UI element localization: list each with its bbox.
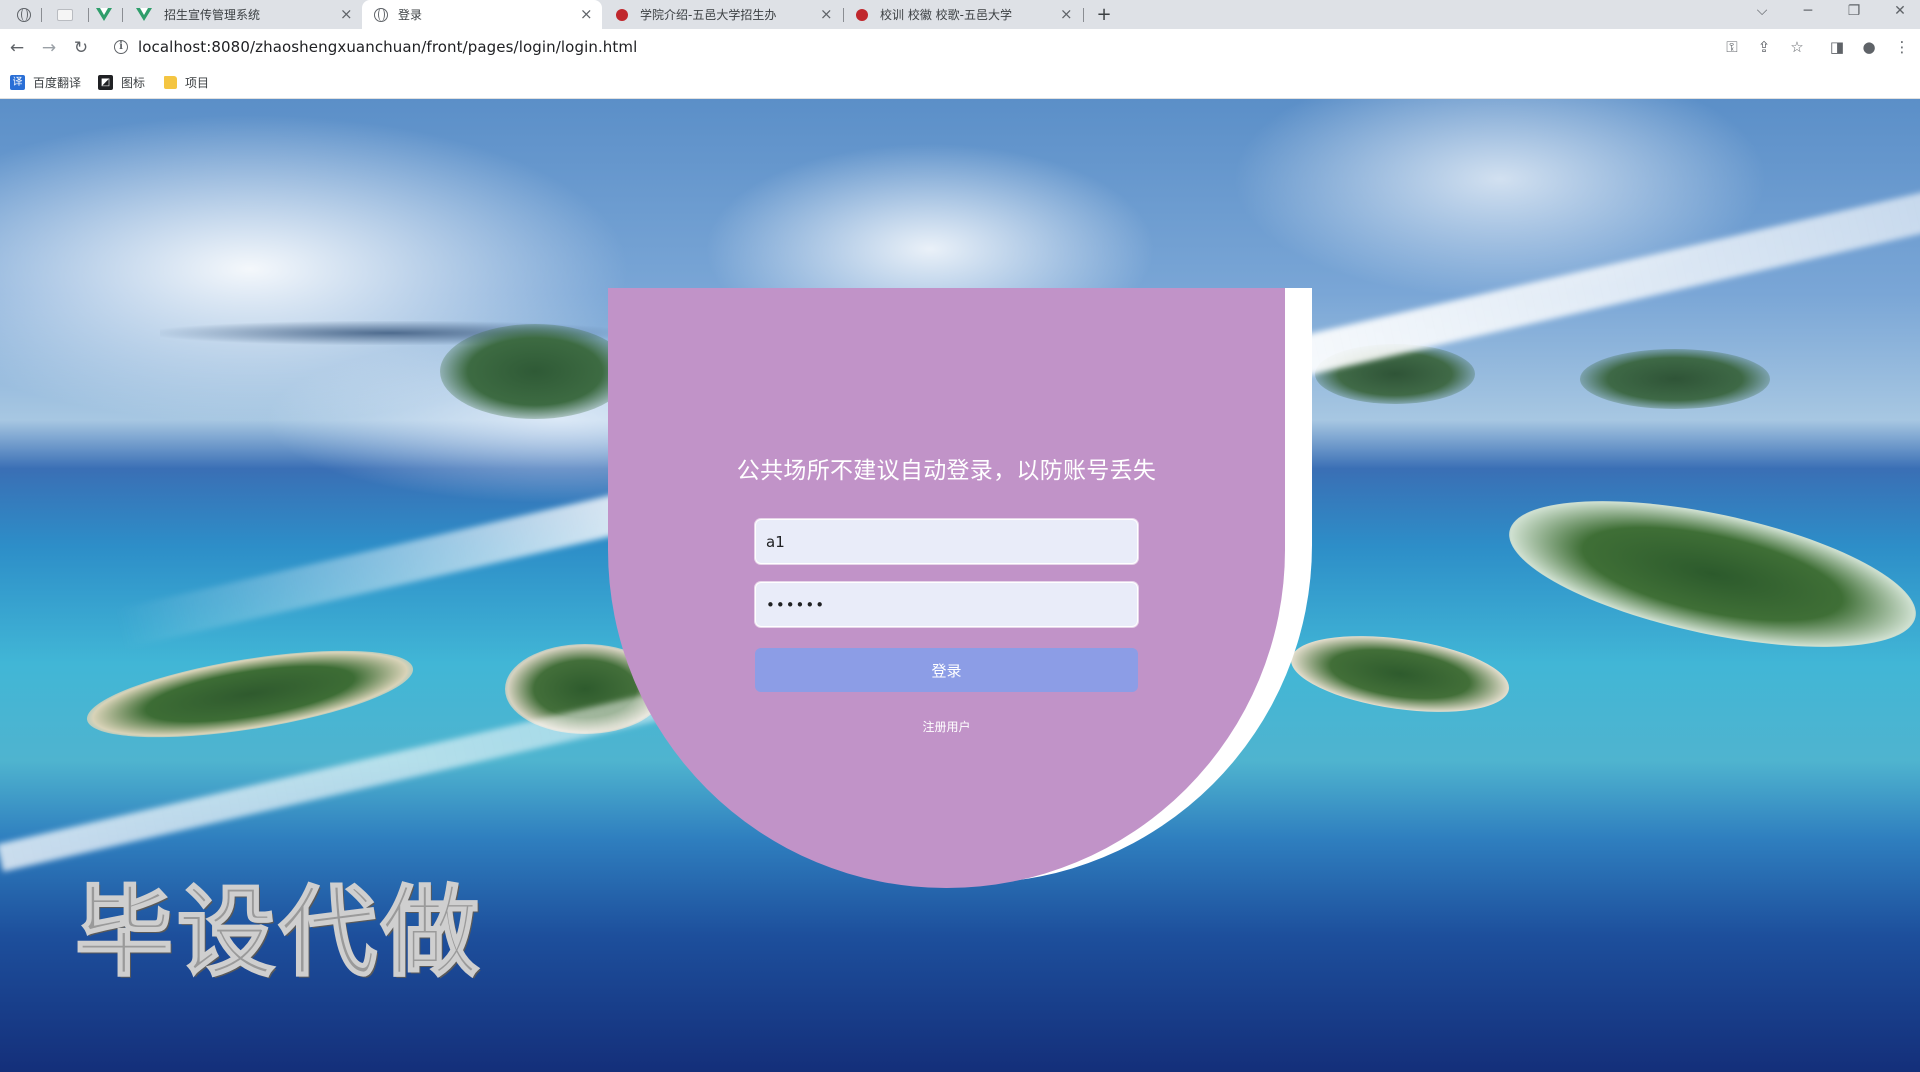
new-tab-button[interactable]: + [1094,0,1114,29]
bookmark-label: 图标 [121,75,146,90]
share-icon[interactable]: ⇪ [1752,35,1776,59]
tab-separator [41,8,42,22]
tab-title: 学院介绍-五邑大学招生办 [640,8,777,22]
folder-icon [164,75,177,89]
tab-pinned-blank[interactable] [52,0,78,29]
bookmark-icons[interactable]: ◩ 图标 [98,73,145,91]
tab-title: 登录 [398,8,423,22]
globe-icon [17,7,31,22]
image-icon: ◩ [98,74,113,90]
username-input[interactable] [755,519,1138,564]
tab-title: 校训 校徽 校歌-五邑大学 [880,8,1012,22]
star-icon[interactable]: ☆ [1785,35,1809,59]
vue-icon [136,8,152,21]
back-icon[interactable]: ← [4,35,30,61]
tab-separator [122,8,123,22]
tab-login[interactable]: 登录 × [362,0,602,29]
info-icon[interactable]: i [114,40,128,54]
globe-icon [374,7,388,22]
bookmark-project[interactable]: 项目 [164,73,209,91]
watermark-text: 毕设代做 [74,876,484,990]
close-tab-icon[interactable]: × [820,0,833,29]
site-red-icon [616,8,628,21]
blank-page-icon [57,8,73,21]
login-page: 公共场所不建议自动登录，以防账号丢失 登录 注册用户 毕设代做 [0,99,1920,1072]
background-island [440,324,630,419]
menu-icon[interactable]: ⋮ [1890,35,1914,59]
tab-admin-system[interactable]: 招生宣传管理系统 × [128,0,358,29]
close-window-icon[interactable]: ✕ [1880,0,1920,29]
vue-icon [96,8,112,21]
tab-separator [1083,8,1084,22]
translate-icon: 译 [10,74,25,90]
close-tab-icon[interactable]: × [580,0,593,29]
minimize-icon[interactable]: ─ [1788,0,1828,29]
bookmark-label: 项目 [185,75,210,90]
login-notice: 公共场所不建议自动登录，以防账号丢失 [736,458,1157,484]
background-island [1497,472,1920,676]
restore-icon[interactable]: ❐ [1834,0,1874,29]
background-island [1580,349,1770,409]
tab-pinned-vue[interactable] [94,0,114,29]
bookmark-baidu-translate[interactable]: 译 百度翻译 [10,73,81,91]
forward-icon[interactable]: → [36,35,62,61]
login-button[interactable]: 登录 [755,648,1138,692]
reload-icon[interactable]: ↻ [68,35,94,61]
browser-toolbar: ← → ↻ i localhost:8080/zhaoshengxuanchua… [0,29,1920,66]
close-tab-icon[interactable]: × [1060,0,1073,29]
register-link[interactable]: 注册用户 [608,718,1285,735]
url-text[interactable]: localhost:8080/zhaoshengxuanchuan/front/… [138,33,637,62]
profile-icon[interactable]: ● [1857,35,1881,59]
bookmark-label: 百度翻译 [33,75,82,90]
tab-separator [843,8,844,22]
tab-college-intro[interactable]: 学院介绍-五邑大学招生办 × [604,0,840,29]
tab-separator [88,8,89,22]
key-icon[interactable]: ⚿ [1720,35,1744,59]
tab-strip: 招生宣传管理系统 × 登录 × 学院介绍-五邑大学招生办 × 校训 校徽 校歌-… [0,0,1920,29]
background-island [1286,624,1514,724]
tab-title: 招生宣传管理系统 [164,8,261,22]
tab-pinned-globe[interactable] [14,0,34,29]
password-input[interactable] [755,582,1138,627]
tab-search-icon[interactable]: ⌵ [1742,0,1782,29]
tab-school-motto[interactable]: 校训 校徽 校歌-五邑大学 × [848,0,1080,29]
close-tab-icon[interactable]: × [340,0,353,29]
side-panel-icon[interactable]: ◨ [1825,35,1849,59]
site-red-icon [856,8,868,21]
address-bar[interactable]: i localhost:8080/zhaoshengxuanchuan/fron… [106,33,1726,62]
bookmarks-bar: 译 百度翻译 ◩ 图标 项目 [0,66,1920,99]
background-island [81,633,419,755]
